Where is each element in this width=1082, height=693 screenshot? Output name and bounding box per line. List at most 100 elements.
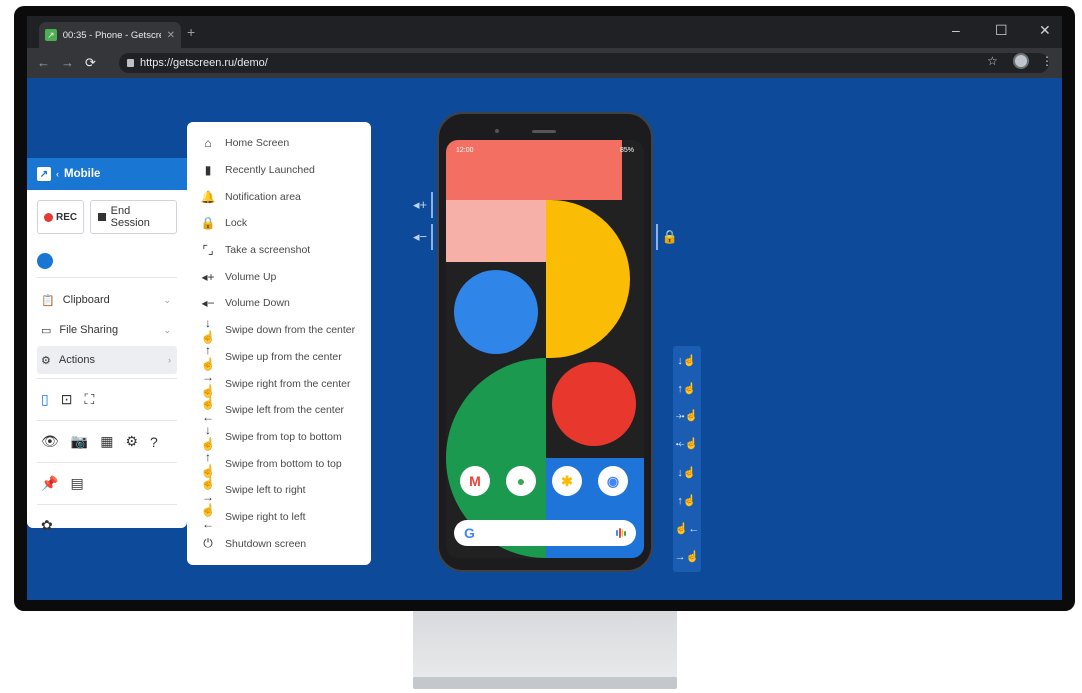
close-button[interactable]: ✕ xyxy=(1039,22,1051,39)
assistant-mic-icon[interactable] xyxy=(616,527,626,539)
google-search-bar[interactable]: G xyxy=(454,520,636,546)
action-item[interactable]: 🔒 Lock xyxy=(187,210,371,237)
swipe-left-right-icon[interactable]: ☝← xyxy=(673,514,701,542)
lock-side-icon[interactable]: 🔒 xyxy=(659,224,681,250)
front-camera xyxy=(495,129,499,133)
fit-screen-icon[interactable]: ⊡ xyxy=(61,391,73,408)
maps-icon[interactable]: ● xyxy=(506,466,536,496)
bookmark-star-icon[interactable]: ☆ xyxy=(987,54,998,68)
clipboard-icon: 📋 xyxy=(41,294,55,307)
action-item[interactable]: ↑☝ Swipe from bottom to top xyxy=(187,450,371,478)
actions-icon: ⚙ xyxy=(41,354,51,367)
session-panel: ↗ ‹ Mobile REC End Session 📋 Clipboard ⌄… xyxy=(27,158,187,533)
action-item[interactable]: 🔔 Notification area xyxy=(187,183,371,210)
action-item[interactable]: →☝ Swipe right from the center xyxy=(187,369,371,398)
menu-label: File Sharing xyxy=(59,324,119,336)
pin-icon[interactable]: 📌 xyxy=(41,475,58,492)
swipe-right-left-icon: ☝← xyxy=(200,502,216,531)
settings-shape-icon[interactable]: ✿ xyxy=(41,517,53,534)
volume-down-icon[interactable]: ◂− xyxy=(409,224,431,250)
action-item[interactable]: ↓☝ Swipe down from the center xyxy=(187,316,371,345)
action-label: Notification area xyxy=(225,190,301,203)
chevron-down-icon: ⌄ xyxy=(163,324,171,335)
action-item[interactable]: ⌂ Home Screen xyxy=(187,130,371,157)
action-item[interactable]: ☝← Swipe left from the center xyxy=(187,396,371,424)
action-label: Swipe from top to bottom xyxy=(225,430,342,443)
browser-menu-icon[interactable]: ⋮ xyxy=(1041,54,1053,68)
screenshot-icon: ⌜⌟ xyxy=(202,243,214,258)
profile-avatar[interactable] xyxy=(1013,53,1029,69)
phone-view-icon[interactable]: ▯ xyxy=(41,391,49,408)
action-label: Volume Down xyxy=(225,297,290,310)
action-label: Swipe left from the center xyxy=(225,404,345,417)
getscreen-logo-icon: ↗ xyxy=(37,167,51,181)
omnibox[interactable]: https://getscreen.ru/demo/ xyxy=(119,53,1049,73)
menu-clipboard[interactable]: 📋 Clipboard ⌄ xyxy=(37,286,177,314)
swipe-top-bottom-icon[interactable]: ↓☝ xyxy=(673,458,701,486)
action-label: Shutdown screen xyxy=(225,537,307,550)
maximize-button[interactable]: ☐ xyxy=(995,22,1008,39)
end-session-button[interactable]: End Session xyxy=(90,200,177,234)
grid-select-icon[interactable]: ▤ xyxy=(70,475,83,492)
end-session-label: End Session xyxy=(110,205,150,229)
power-icon: ⏻ xyxy=(203,536,213,551)
volume-up-line xyxy=(431,192,433,218)
menu-actions[interactable]: ⚙ Actions › xyxy=(37,346,177,374)
fullscreen-icon[interactable]: ⛶ xyxy=(84,391,94,408)
camera-icon[interactable]: 📷 xyxy=(71,433,88,450)
swipe-up-center-icon[interactable]: ↑☝ xyxy=(673,374,701,402)
swipe-down-center-icon: ↓☝ xyxy=(200,316,216,345)
phone-screen[interactable]: 12:00 85% M ● ✱ ◉ G xyxy=(446,140,644,558)
minimize-button[interactable]: – xyxy=(952,22,960,38)
action-item[interactable]: ↑☝ Swipe up from the center xyxy=(187,342,371,371)
action-item[interactable]: ▮ Recently Launched xyxy=(187,157,371,184)
action-item[interactable]: ⏻ Shutdown screen xyxy=(187,530,371,557)
action-item[interactable]: ☝→ Swipe left to right xyxy=(187,476,371,505)
photos-icon[interactable]: ✱ xyxy=(552,466,582,496)
action-label: Swipe down from the center xyxy=(225,324,356,337)
lock-side-line xyxy=(656,224,658,250)
swipe-right-center-icon: →☝ xyxy=(200,369,216,398)
chrome-icon[interactable]: ◉ xyxy=(598,466,628,496)
gear-icon[interactable]: ⚙ xyxy=(125,433,138,450)
action-item[interactable]: ◂− Volume Down xyxy=(187,290,371,317)
folder-icon: ▭ xyxy=(41,324,52,337)
forward-icon[interactable]: → xyxy=(61,55,74,70)
action-item[interactable]: ◂+ Volume Up xyxy=(187,263,371,290)
chip-icon[interactable]: ▦ xyxy=(100,433,113,450)
phone-device: 12:00 85% M ● ✱ ◉ G xyxy=(437,112,653,572)
volume-up-icon[interactable]: ◂+ xyxy=(409,192,431,218)
help-icon[interactable]: ? xyxy=(150,434,158,450)
secure-lock-icon xyxy=(127,59,134,67)
eye-icon[interactable]: 👁 xyxy=(41,433,59,450)
monitor-stand-base xyxy=(413,677,677,689)
swipe-right-center-icon[interactable]: ⤞☝ xyxy=(673,402,701,430)
user-icon[interactable] xyxy=(37,252,53,269)
gmail-icon[interactable]: M xyxy=(460,466,490,496)
new-tab-icon[interactable]: + xyxy=(187,24,195,40)
earpiece xyxy=(532,130,556,133)
collapse-chevron-icon[interactable]: ‹ xyxy=(56,169,59,179)
back-icon[interactable]: ← xyxy=(37,55,50,70)
swipe-bottom-top-icon[interactable]: ↑☝ xyxy=(673,486,701,514)
record-label: REC xyxy=(56,211,78,223)
action-item[interactable]: ☝← Swipe right to left xyxy=(187,502,371,531)
reload-icon[interactable]: ⟳ xyxy=(85,55,96,71)
url-text: https://getscreen.ru/demo/ xyxy=(140,57,268,69)
volume-up-icon: ◂+ xyxy=(201,269,215,284)
status-bar: 12:00 85% xyxy=(446,140,644,160)
record-button[interactable]: REC xyxy=(37,200,85,234)
tab-title: 00:35 - Phone - Getscreen.r xyxy=(62,29,161,41)
swipe-left-right-icon: ☝→ xyxy=(200,476,216,505)
swipe-up-center-icon: ↑☝ xyxy=(200,342,216,371)
action-item[interactable]: ⌜⌟ Take a screenshot xyxy=(187,237,371,264)
action-label: Swipe left to right xyxy=(225,484,306,497)
swipe-right-left-icon[interactable]: →☝ xyxy=(673,542,701,570)
recent-icon: ▮ xyxy=(204,163,212,178)
swipe-down-center-icon[interactable]: ↓☝ xyxy=(673,346,701,374)
action-item[interactable]: ↓☝ Swipe from top to bottom xyxy=(187,423,371,451)
swipe-left-center-icon[interactable]: ⤝☝ xyxy=(673,430,701,458)
browser-tab[interactable]: ↗ 00:35 - Phone - Getscreen.r ✕ xyxy=(39,22,181,48)
tab-close-icon[interactable]: ✕ xyxy=(167,30,175,41)
menu-file-sharing[interactable]: ▭ File Sharing ⌄ xyxy=(37,316,177,344)
